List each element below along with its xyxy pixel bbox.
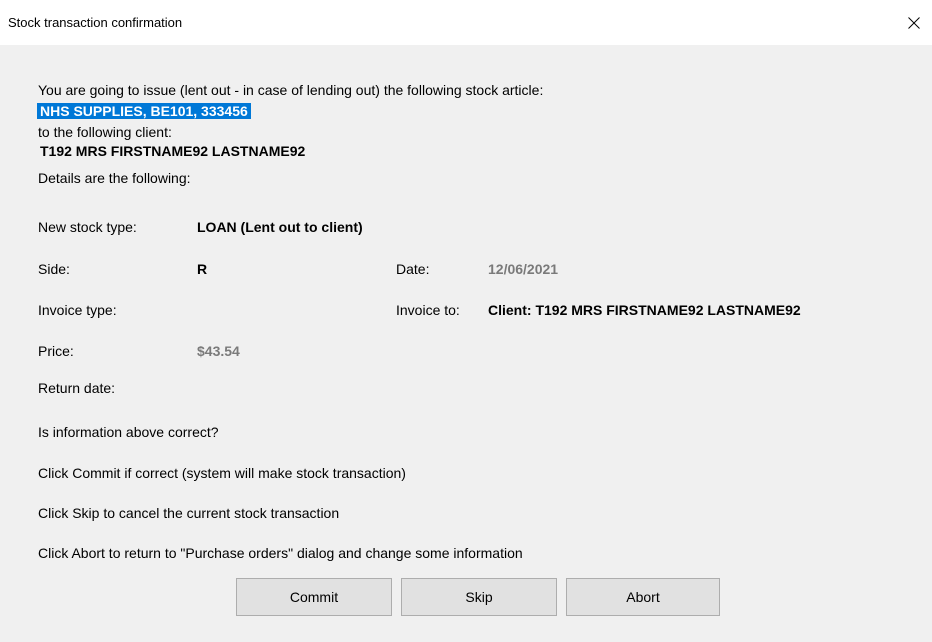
title-bar: Stock transaction confirmation	[0, 0, 932, 45]
client-name: T192 MRS FIRSTNAME92 LASTNAME92	[40, 143, 306, 159]
confirmation-question: Is information above correct?	[38, 424, 219, 440]
skip-button[interactable]: Skip	[401, 578, 557, 616]
skip-help-text: Click Skip to cancel the current stock t…	[38, 505, 340, 521]
stock-type-label: New stock type:	[38, 219, 137, 235]
side-label: Side:	[38, 261, 70, 277]
date-label: Date:	[396, 261, 430, 277]
commit-button[interactable]: Commit	[236, 578, 392, 616]
confirmation-dialog: Stock transaction confirmation You are g…	[0, 0, 932, 642]
close-button[interactable]	[896, 0, 932, 45]
window-title: Stock transaction confirmation	[8, 15, 183, 30]
stock-type-value: LOAN (Lent out to client)	[197, 219, 363, 235]
commit-help-text: Click Commit if correct (system will mak…	[38, 465, 406, 481]
close-icon	[908, 16, 920, 29]
price-value: $43.54	[197, 343, 240, 359]
intro-text: You are going to issue (lent out - in ca…	[38, 82, 544, 98]
invoice-to-value: Client: T192 MRS FIRSTNAME92 LASTNAME92	[488, 302, 801, 318]
date-value: 12/06/2021	[488, 261, 559, 277]
abort-button[interactable]: Abort	[566, 578, 720, 616]
invoice-to-label: Invoice to:	[396, 302, 460, 318]
return-date-label: Return date:	[38, 380, 116, 396]
abort-help-text: Click Abort to return to "Purchase order…	[38, 545, 523, 561]
invoice-type-label: Invoice type:	[38, 302, 117, 318]
to-client-label: to the following client:	[38, 124, 172, 140]
price-label: Price:	[38, 343, 74, 359]
details-label: Details are the following:	[38, 170, 191, 186]
side-value: R	[197, 261, 208, 277]
stock-article-text: NHS SUPPLIES, BE101, 333456	[37, 103, 251, 119]
